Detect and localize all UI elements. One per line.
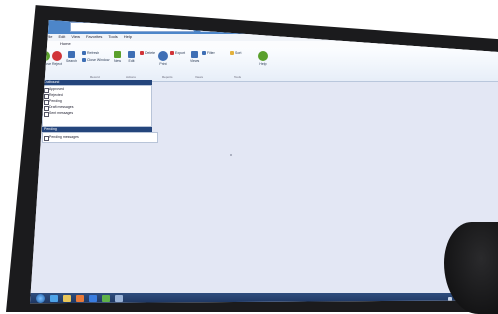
help-button[interactable]: Help <box>258 51 268 66</box>
mouse-cursor <box>230 154 232 156</box>
reject-icon <box>52 51 62 61</box>
menu-tools[interactable]: Tools <box>108 34 117 41</box>
export-button[interactable]: Export <box>170 51 185 55</box>
sort-icon <box>230 51 234 55</box>
browser-tab-active[interactable]: Outbound <box>450 22 498 32</box>
browser-tab[interactable]: Outbound <box>400 22 448 32</box>
browser-window: Inbox Mail Inbox Calendar Outbound Outbo… <box>30 20 498 304</box>
checkbox[interactable] <box>44 111 49 117</box>
ribbon-toolbar: Approve Reject Search Refresh Close Wind… <box>30 48 498 82</box>
reject-button[interactable]: Reject <box>52 51 62 66</box>
start-icon[interactable] <box>36 294 45 303</box>
edit-icon <box>128 51 135 58</box>
ribbon-group-label: Views <box>195 75 203 79</box>
sort-button[interactable]: Sort <box>230 51 241 55</box>
new-icon <box>114 51 121 58</box>
ie-icon[interactable] <box>50 295 58 302</box>
app-icon-2[interactable] <box>115 295 123 302</box>
delete-icon <box>140 51 144 55</box>
print-button[interactable]: Print <box>158 51 168 66</box>
new-button[interactable]: New <box>114 51 121 63</box>
left-panel-list: Approved Rejected Pending Draft messages… <box>42 85 152 127</box>
print-icon <box>158 51 168 61</box>
explorer-icon[interactable] <box>63 295 71 302</box>
ribbon-group-label: Tools <box>234 75 242 79</box>
app-icon[interactable] <box>102 295 110 302</box>
export-icon <box>170 51 174 55</box>
search-icon <box>68 51 76 58</box>
ribbon-group-label: Record <box>90 75 100 79</box>
menu-help[interactable]: Help <box>124 34 132 41</box>
views-button[interactable]: Views <box>190 51 199 63</box>
close-window-button[interactable]: Close Window <box>82 58 109 62</box>
filter-icon <box>202 51 206 55</box>
close-window-icon <box>82 58 86 62</box>
help-icon <box>258 51 268 61</box>
views-icon <box>191 51 199 58</box>
menu-view[interactable]: View <box>71 34 80 41</box>
delete-button[interactable]: Delete <box>140 51 155 55</box>
outlook-icon[interactable] <box>89 295 97 302</box>
monitor-screen: Inbox Mail Inbox Calendar Outbound Outbo… <box>30 20 498 304</box>
edit-button[interactable]: Edit <box>128 51 135 63</box>
menu-edit[interactable]: Edit <box>58 34 65 41</box>
tray-icon[interactable] <box>448 296 452 301</box>
search-button[interactable]: Search <box>66 51 77 63</box>
filter-button[interactable]: Filter <box>202 51 215 55</box>
menu-favorites[interactable]: Favorites <box>86 34 102 41</box>
refresh-button[interactable]: Refresh <box>82 51 99 55</box>
left-panel-row[interactable]: Pending messages <box>42 132 158 143</box>
list-item[interactable]: Sent messages <box>43 110 151 117</box>
checkbox[interactable] <box>44 136 49 141</box>
ribbon-group-label: Reports <box>162 75 173 79</box>
refresh-icon <box>82 51 86 55</box>
media-icon[interactable] <box>76 295 84 302</box>
ribbon-tab-home[interactable]: Home <box>60 41 71 48</box>
ribbon-group-label: Actions <box>126 75 136 79</box>
